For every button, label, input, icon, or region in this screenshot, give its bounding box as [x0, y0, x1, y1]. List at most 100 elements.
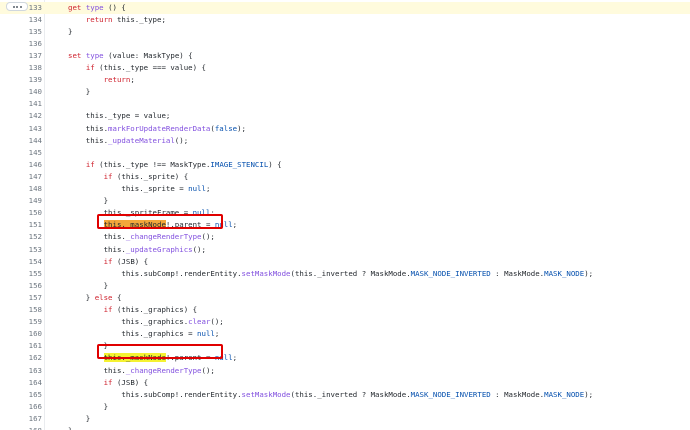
line-number[interactable]: 166	[0, 401, 42, 413]
code-token: if	[103, 171, 113, 181]
code-token: _changeRenderType	[125, 365, 202, 375]
line-number[interactable]: 164	[0, 377, 42, 389]
line-number[interactable]: 167	[0, 413, 42, 425]
code-line: 140 }	[0, 86, 690, 98]
code-text: return;	[68, 74, 135, 86]
line-number[interactable]: 161	[0, 340, 42, 352]
code-token: }	[68, 413, 91, 423]
code-token: else	[94, 292, 113, 302]
line-number[interactable]: 136	[0, 38, 42, 50]
code-text: this._changeRenderType();	[68, 365, 215, 377]
code-token: this.	[68, 244, 126, 254]
line-number[interactable]: 157	[0, 292, 42, 304]
code-text: }	[68, 26, 72, 38]
line-number[interactable]: 162	[0, 352, 42, 364]
line-number[interactable]: 141	[0, 98, 42, 110]
expand-lines-button[interactable]	[6, 2, 28, 11]
line-number[interactable]: 153	[0, 244, 42, 256]
code-token: setMaskMode	[241, 389, 291, 399]
code-viewer: 133 get type () {134 return this._type; 13…	[0, 0, 690, 430]
code-line: 151 this._maskNode!.parent = null;	[0, 219, 690, 231]
line-number[interactable]: 143	[0, 123, 42, 135]
code-token: this._graphics =	[68, 329, 198, 339]
code-token: }	[68, 426, 72, 430]
code-token: if	[103, 377, 113, 387]
code-token: }	[68, 280, 109, 290]
code-token: ();	[192, 244, 206, 254]
line-number[interactable]: 168	[0, 425, 42, 430]
line-number[interactable]: 145	[0, 147, 42, 159]
code-token: false	[214, 123, 238, 133]
code-text: this._spriteFrame = null;	[68, 207, 215, 219]
line-number[interactable]: 159	[0, 316, 42, 328]
code-text: if (JSB) {	[68, 256, 149, 268]
code-line: 158 if (this._graphics) {	[0, 304, 690, 316]
line-number[interactable]: 150	[0, 207, 42, 219]
code-token: set	[68, 50, 82, 60]
kebab-horizontal-icon	[12, 5, 15, 8]
code-text: }	[68, 86, 90, 98]
line-number[interactable]: 152	[0, 231, 42, 243]
code-token: type	[85, 2, 104, 12]
line-number[interactable]: 134	[0, 14, 42, 26]
code-text: } else {	[68, 292, 122, 304]
code-token: _changeRenderType	[125, 232, 202, 242]
code-text: return this._type;	[68, 14, 166, 26]
line-number[interactable]: 155	[0, 268, 42, 280]
code-token: this.	[68, 232, 126, 242]
line-number[interactable]: 135	[0, 26, 42, 38]
line-number[interactable]: 137	[0, 50, 42, 62]
code-text: }	[68, 413, 90, 425]
code-token: ;	[205, 184, 211, 193]
line-number[interactable]: 163	[0, 365, 42, 377]
line-number[interactable]: 154	[0, 256, 42, 268]
code-line: 143 this.markForUpdateRenderData(false);	[0, 123, 690, 135]
code-token: }	[68, 341, 109, 351]
code-text: this._sprite = null;	[68, 183, 210, 195]
code-line: 163 this._changeRenderType();	[0, 365, 690, 377]
code-token: _updateGraphics	[125, 244, 193, 254]
code-line: 145	[0, 147, 690, 159]
code-token: this.subComp!.renderEntity.	[68, 268, 242, 278]
line-number[interactable]: 165	[0, 389, 42, 401]
code-token: this._type;	[112, 14, 166, 24]
line-number[interactable]: 142	[0, 110, 42, 122]
line-number[interactable]: 147	[0, 171, 42, 183]
line-number[interactable]: 160	[0, 328, 42, 340]
code-token: }	[68, 401, 109, 411]
code-line: 141	[0, 98, 690, 110]
code-token: if	[103, 305, 113, 314]
line-number[interactable]: 158	[0, 304, 42, 316]
code-token: null	[214, 353, 233, 363]
line-number[interactable]: 149	[0, 195, 42, 207]
line-number[interactable]: 138	[0, 62, 42, 74]
line-number[interactable]: 156	[0, 280, 42, 292]
kebab-horizontal-icon	[19, 5, 22, 8]
code-token: MASK_NODE_INVERTED	[410, 389, 491, 399]
line-number[interactable]: 139	[0, 74, 42, 86]
line-number[interactable]: 151	[0, 219, 42, 231]
code-token: this.	[68, 123, 109, 133]
code-token: MASK_NODE_INVERTED	[410, 268, 491, 278]
line-number[interactable]: 140	[0, 86, 42, 98]
code-text: if (this._graphics) {	[68, 304, 197, 316]
code-line: 147 if (this._sprite) {	[0, 171, 690, 183]
code-line: 146 if (this._type !== MaskType.IMAGE_ST…	[0, 159, 690, 171]
code-token: );	[584, 268, 594, 278]
line-number[interactable]: 146	[0, 159, 42, 171]
code-line: 164 if (JSB) {	[0, 377, 690, 389]
line-number[interactable]: 144	[0, 135, 42, 147]
code-token: );	[584, 389, 594, 399]
code-line: 134 return this._type;	[0, 14, 690, 26]
code-token: }	[68, 292, 95, 302]
code-token: : MaskMode.	[490, 389, 545, 399]
code-text: this._maskNode!.parent = null;	[68, 219, 237, 231]
code-token: return	[103, 75, 131, 85]
code-token: ;	[232, 353, 238, 363]
code-line: 154 if (JSB) {	[0, 256, 690, 268]
line-number[interactable]: 148	[0, 183, 42, 195]
code-line: 136	[0, 38, 690, 50]
code-text: this.subComp!.renderEntity.setMaskMode(t…	[68, 268, 593, 280]
